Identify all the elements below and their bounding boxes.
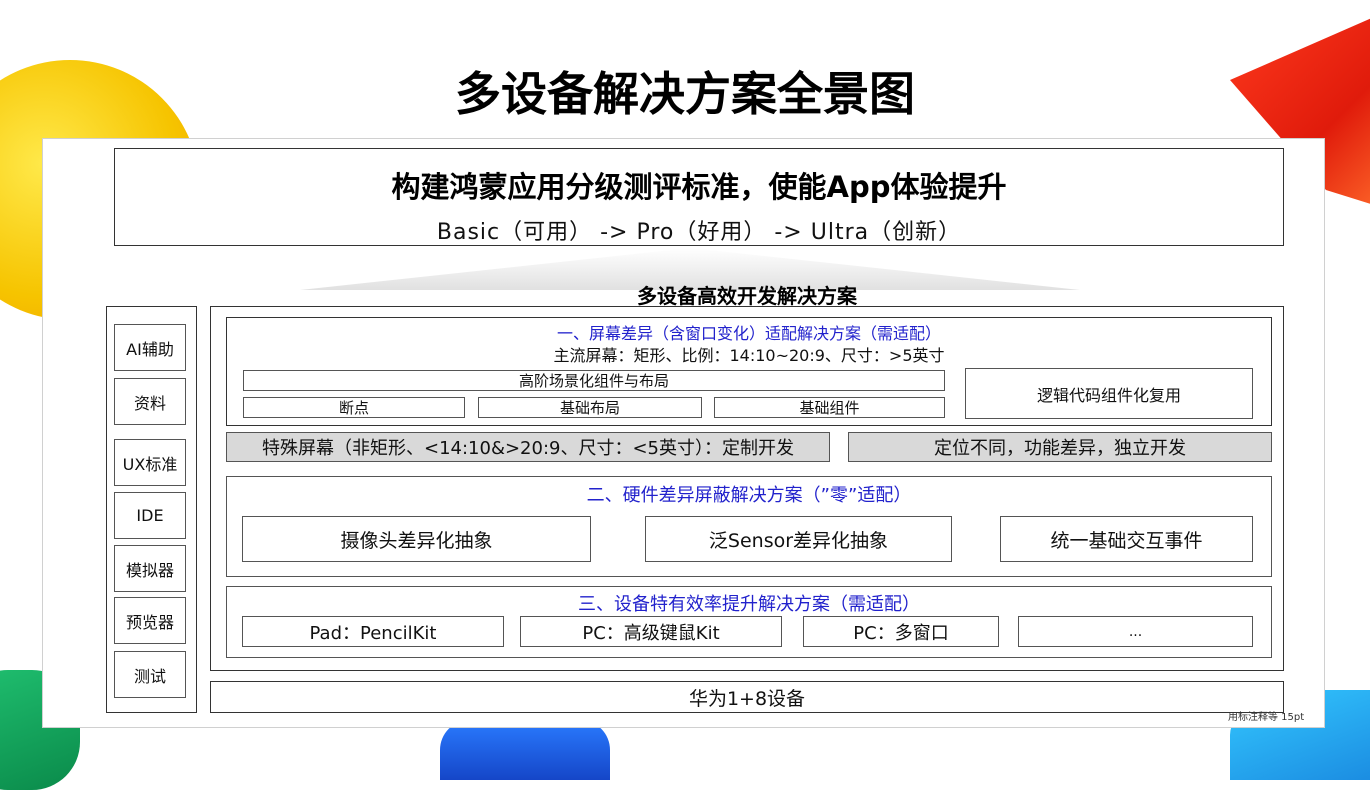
camera-abstraction-box[interactable]: 摄像头差异化抽象 <box>242 516 591 562</box>
more-box[interactable]: ... <box>1018 616 1253 647</box>
sidebar-item-simulator[interactable]: 模拟器 <box>114 545 186 592</box>
page-title: 多设备解决方案全景图 <box>455 67 915 121</box>
sidebar-item-ai[interactable]: AI辅助 <box>114 324 186 371</box>
pad-pencilkit-box[interactable]: Pad：PencilKit <box>242 616 504 647</box>
pc-multiwindow-box[interactable]: PC：多窗口 <box>803 616 999 647</box>
logic-reuse-box[interactable]: 逻辑代码组件化复用 <box>965 368 1253 419</box>
standard-headline: 构建鸿蒙应用分级测评标准，使能App体验提升 <box>391 170 1007 204</box>
basic-components-box[interactable]: 基础组件 <box>714 397 945 418</box>
pc-keyboard-mouse-box[interactable]: PC：高级键鼠Kit <box>520 616 782 647</box>
section1-title: 一、屏幕差异（含窗口变化）适配解决方案（需适配） <box>556 324 941 343</box>
positioning-box[interactable]: 定位不同，功能差异，独立开发 <box>848 432 1272 462</box>
sidebar-item-ux[interactable]: UX标准 <box>114 439 186 486</box>
interaction-events-box[interactable]: 统一基础交互事件 <box>1000 516 1253 562</box>
sidebar-item-test[interactable]: 测试 <box>114 651 186 698</box>
section3-title: 三、设备特有效率提升解决方案（需适配） <box>578 594 920 615</box>
sensor-abstraction-box[interactable]: 泛Sensor差异化抽象 <box>645 516 952 562</box>
special-screens-box[interactable]: 特殊屏幕（非矩形、<14:10&>20:9、尺寸：<5英寸）：定制开发 <box>226 432 830 462</box>
sidebar-item-ide[interactable]: IDE <box>114 492 186 539</box>
sidebar-item-previewer[interactable]: 预览器 <box>114 597 186 644</box>
basic-layout-box[interactable]: 基础布局 <box>478 397 702 418</box>
solution-title: 多设备高效开发解决方案 <box>637 284 857 308</box>
advanced-components-box[interactable]: 高阶场景化组件与布局 <box>243 370 945 391</box>
devices-bar[interactable]: 华为1+8设备 <box>210 681 1284 713</box>
footnote: 用标注释等 15pt <box>1228 712 1305 723</box>
standard-levels: Basic（可用） -> Pro（好用） -> Ultra（创新） <box>436 220 962 245</box>
sidebar-item-docs[interactable]: 资料 <box>114 378 186 425</box>
section2-title: 二、硬件差异屏蔽解决方案（”零”适配） <box>586 485 912 506</box>
breakpoint-box[interactable]: 断点 <box>243 397 465 418</box>
blue-petal-decoration <box>440 720 610 780</box>
section1-subtitle: 主流屏幕：矩形、比例：14:10~20:9、尺寸：>5英寸 <box>553 346 945 365</box>
